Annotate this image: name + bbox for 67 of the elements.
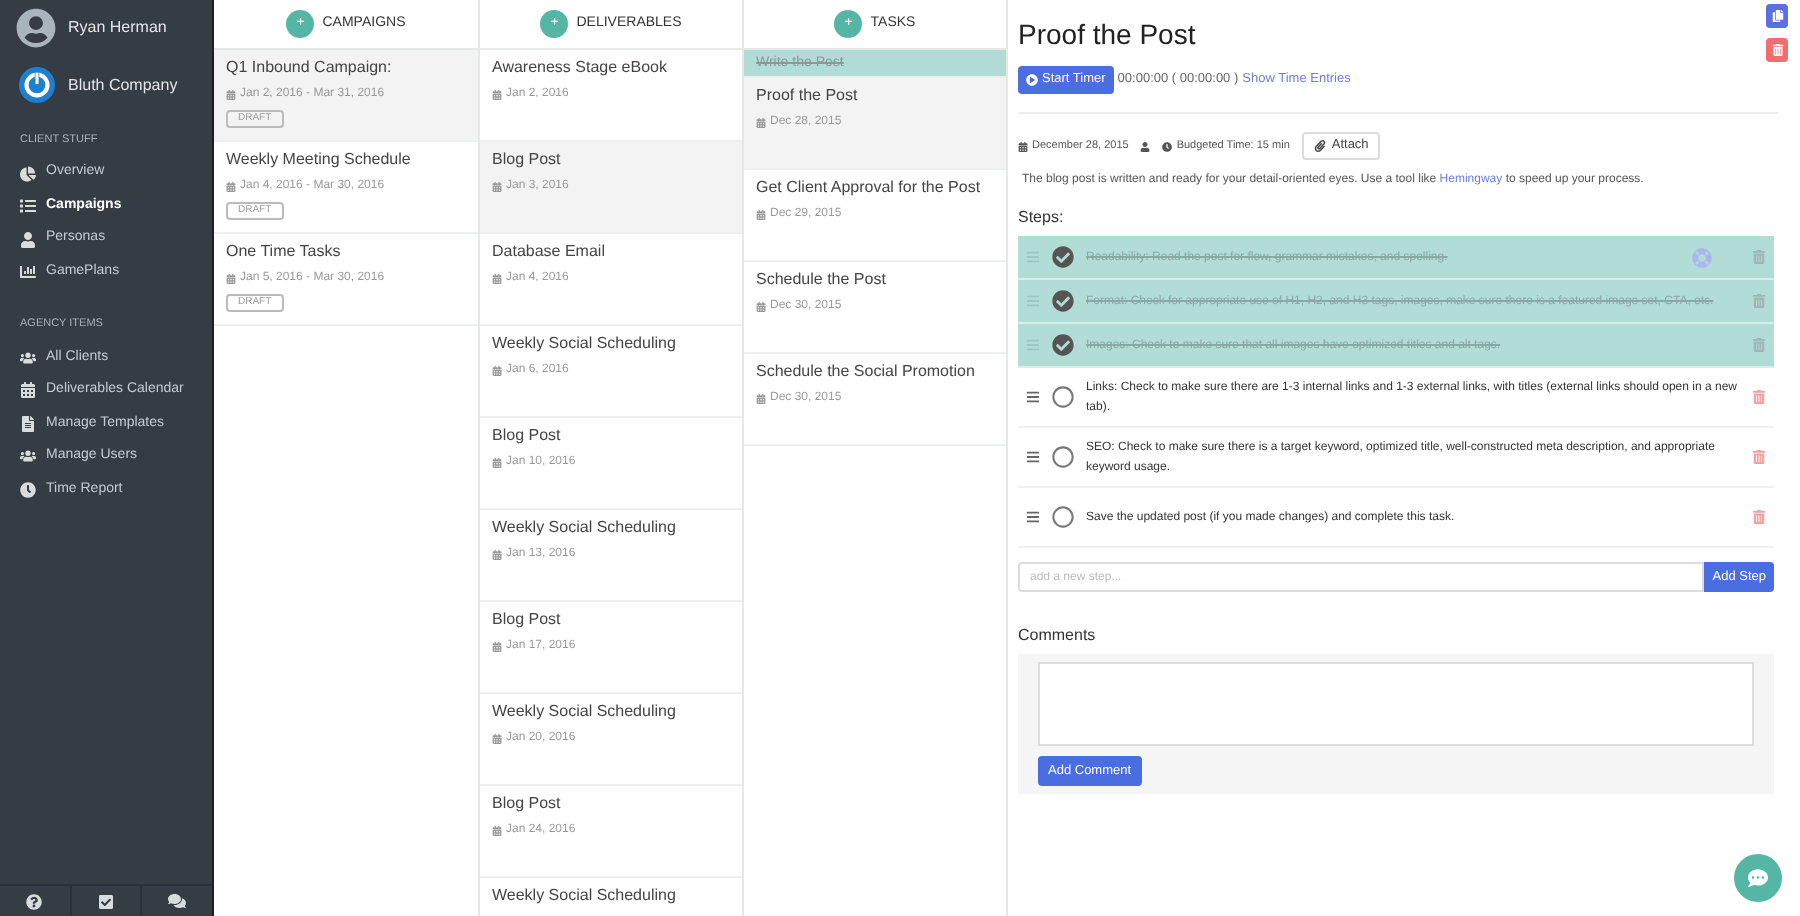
calendar-icon [492,734,502,744]
calendar-icon [492,826,502,836]
card-title: Blog Post [492,148,563,172]
drag-handle-icon[interactable] [1026,450,1040,464]
calendar-icon [756,302,766,312]
company-name[interactable]: Bluth Company [68,73,178,97]
calendar-icon [20,382,36,399]
copy-button[interactable] [1766,4,1788,28]
drag-handle-icon[interactable] [1026,510,1040,524]
chat-icon [168,892,187,910]
calendar-icon [492,90,502,100]
card-title: Get Client Approval for the Post [756,176,983,200]
task-title: Proof the Post [1018,16,1196,54]
card-title: One Time Tasks [226,240,343,264]
calendar-icon [1018,141,1028,151]
clock-icon [20,481,36,498]
calendar-icon [492,642,502,652]
calendar-icon [756,210,766,220]
trash-icon [1771,44,1783,56]
calendar-icon [226,182,236,192]
copy-icon [1771,10,1783,22]
calendar-icon [492,182,502,192]
list-icon [20,198,36,214]
delete-button[interactable] [1766,38,1788,62]
bar-chart-icon [20,264,36,280]
card-title: Schedule the Post [756,268,888,292]
card-title: Weekly Meeting Schedule [226,148,413,172]
document-icon [20,415,36,432]
card-title: Proof the Post [756,84,860,108]
clock-icon [1162,141,1173,151]
calendar-icon [226,274,236,284]
drag-handle-icon[interactable] [1026,390,1040,404]
calendar-icon [492,274,502,284]
card-title: Q1 Inbound Campaign: [226,56,394,80]
person-icon [20,231,36,247]
comment-field[interactable] [1038,662,1754,746]
users-icon [20,448,36,465]
power-logo-icon [18,66,56,104]
calendar-icon [492,366,502,376]
help-icon [26,893,43,909]
calendar-icon [756,118,766,128]
checkbox-icon [98,893,114,909]
steps-heading: Steps: [1018,206,1066,230]
chat-bubble-button[interactable] [1734,854,1782,902]
person-icon [1140,141,1151,151]
card-title: Database Email [492,240,607,264]
card-title: Weekly Social Scheduling [492,700,678,724]
card-title: Blog Post [492,608,563,632]
comments-heading: Comments [1018,624,1098,648]
calendar-icon [492,458,502,468]
pie-chart-icon [20,165,36,181]
card-title: Schedule the Social Promotion [756,360,977,384]
calendar-icon [226,90,236,100]
card-title: Weekly Social Scheduling [492,884,678,908]
paperclip-icon [1313,140,1326,152]
calendar-icon [756,394,766,404]
play-icon [1026,74,1038,86]
card-title: Weekly Social Scheduling [492,516,678,540]
card-title: Weekly Social Scheduling [492,332,678,356]
card-title: Blog Post [492,792,563,816]
avatar-icon [16,8,56,48]
chat-icon [1748,868,1768,888]
calendar-icon [492,550,502,560]
user-name[interactable]: Ryan Herman [68,16,167,40]
card-title: Blog Post [492,424,563,448]
users-icon [20,349,36,366]
card-title: Awareness Stage eBook [492,56,669,80]
